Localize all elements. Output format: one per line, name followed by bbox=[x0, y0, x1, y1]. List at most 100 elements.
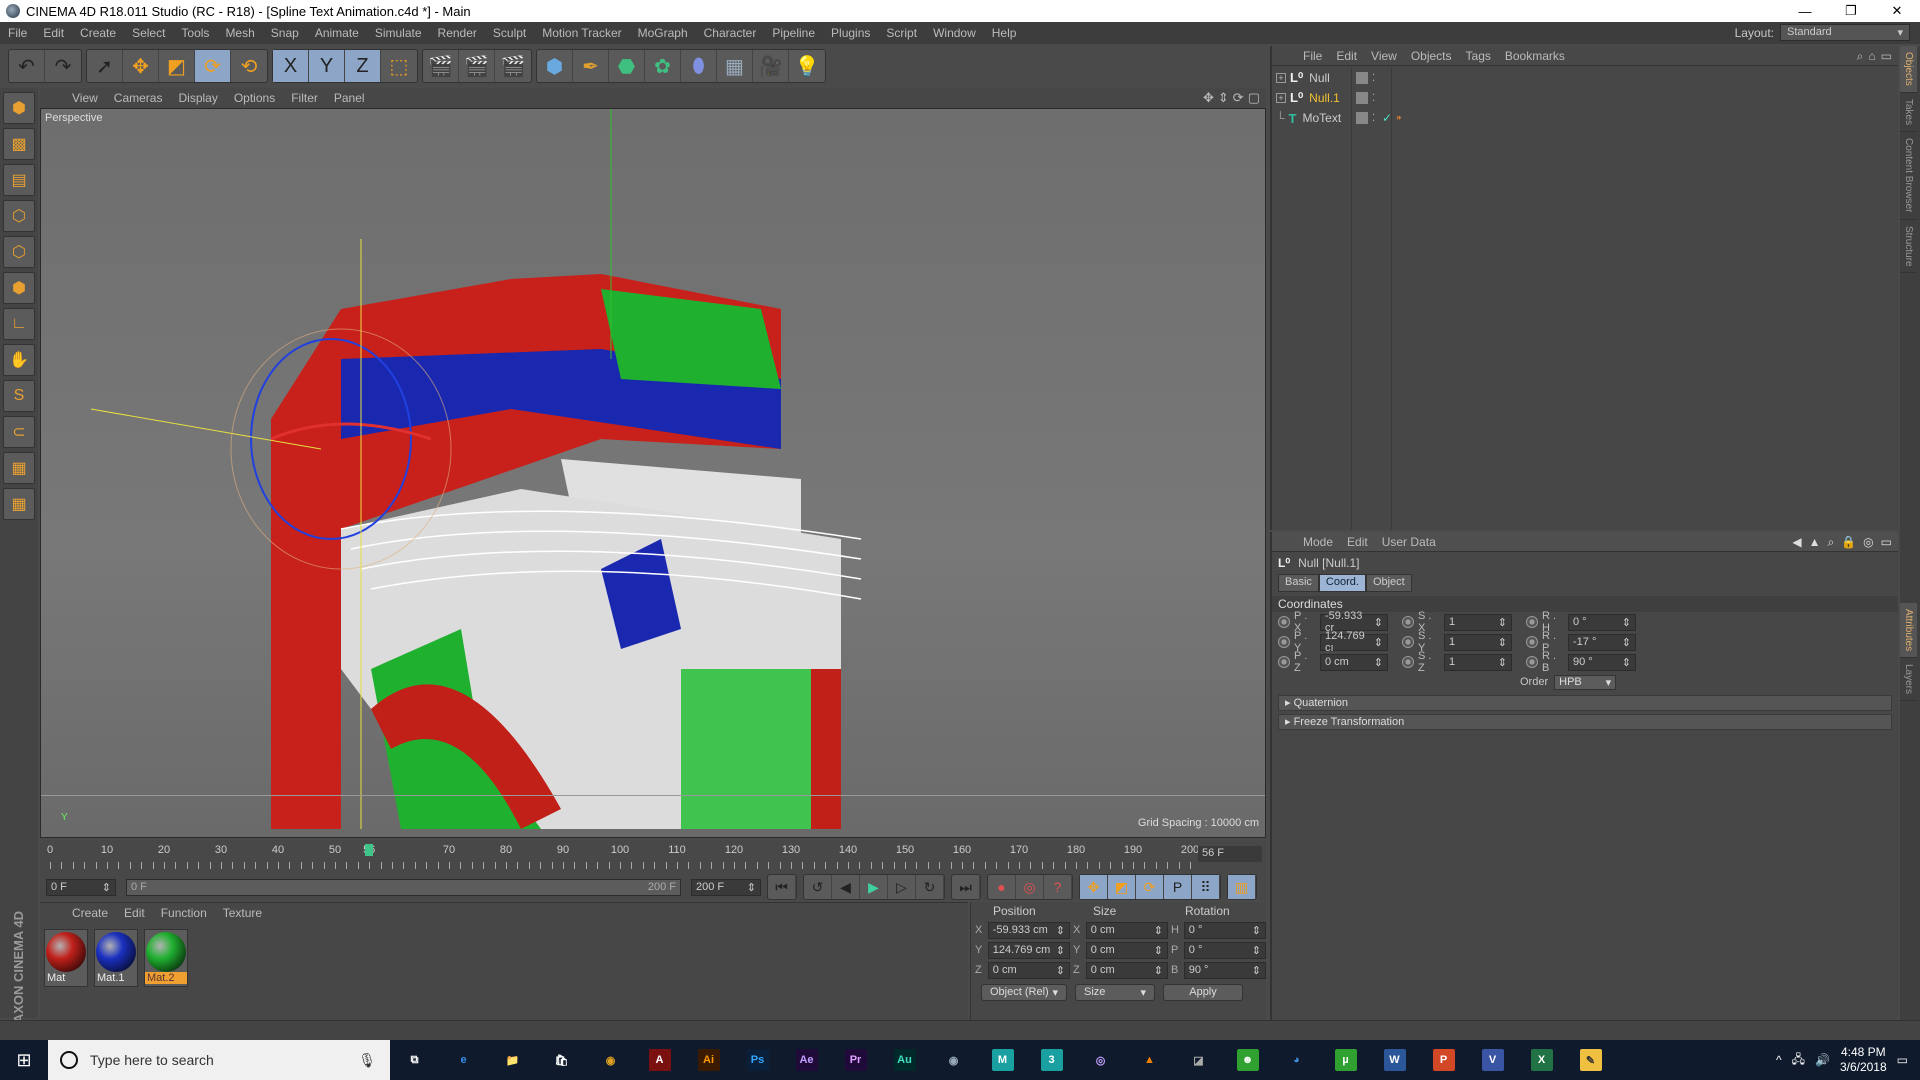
coordinate-system-button[interactable]: ⬚ bbox=[381, 50, 417, 82]
maya-taskbar-button[interactable]: M bbox=[978, 1040, 1027, 1080]
light-button[interactable]: 💡 bbox=[789, 50, 825, 82]
current-frame-field[interactable]: 56 F bbox=[1198, 846, 1262, 862]
expand-icon[interactable]: + bbox=[1276, 73, 1286, 83]
enabled-check-icon[interactable]: ✓ bbox=[1382, 111, 1392, 125]
side-tab-takes[interactable]: Takes bbox=[1900, 93, 1917, 133]
layout-dropdown[interactable]: Standard ▾ bbox=[1780, 24, 1910, 41]
animate-radio-button[interactable] bbox=[1278, 636, 1290, 648]
tweak-button[interactable]: ✋ bbox=[3, 344, 35, 376]
go-to-previous-key-button[interactable]: ↺ bbox=[804, 875, 832, 899]
position-z-field[interactable]: 0 cm ⇕ bbox=[987, 961, 1070, 979]
cloner-button[interactable]: ✿ bbox=[645, 50, 681, 82]
scale-button[interactable]: ◩ bbox=[159, 50, 195, 82]
material-swatch[interactable]: Mat.1 bbox=[94, 929, 138, 987]
object-menu-objects[interactable]: Objects bbox=[1404, 49, 1459, 63]
menu-character[interactable]: Character bbox=[696, 26, 765, 40]
size-z-field[interactable]: 0 cm ⇕ bbox=[1085, 961, 1168, 979]
preview-range-slider[interactable]: 0 F 200 F bbox=[126, 878, 681, 896]
pen-button[interactable]: ✒ bbox=[573, 50, 609, 82]
task-view-taskbar-button[interactable]: ⧉ bbox=[390, 1040, 439, 1080]
menu-help[interactable]: Help bbox=[984, 26, 1025, 40]
size-x-field[interactable]: 0 cm ⇕ bbox=[1085, 921, 1168, 939]
magnet-button[interactable]: ⊂ bbox=[3, 416, 35, 448]
move-button[interactable]: ✥ bbox=[123, 50, 159, 82]
target-icon[interactable]: ◎ bbox=[1863, 535, 1873, 550]
record-parameter-button[interactable]: P bbox=[1164, 875, 1192, 899]
scale-field[interactable]: 1 ⇕ bbox=[1444, 613, 1512, 631]
fold-freeze-transformation[interactable]: ▸ Freeze Transformation bbox=[1278, 714, 1892, 730]
polygons-mode-button[interactable]: ⬢ bbox=[3, 272, 35, 304]
rotation-field[interactable]: -17 ° ⇕ bbox=[1568, 633, 1636, 651]
word-taskbar-button[interactable]: W bbox=[1370, 1040, 1419, 1080]
lock-workplane-button[interactable]: ▦ bbox=[3, 452, 35, 484]
object-menu-file[interactable]: File bbox=[1296, 49, 1329, 63]
layer-toggle[interactable] bbox=[1356, 72, 1368, 84]
attribute-menu-edit[interactable]: Edit bbox=[1340, 535, 1375, 549]
render-view-button[interactable]: 🎬 bbox=[423, 50, 459, 82]
size-mode-dropdown[interactable]: Size ▾ bbox=[1075, 984, 1155, 1001]
object-row[interactable]: + L⁰ Null.1 ⁚ bbox=[1272, 88, 1898, 108]
menu-pipeline[interactable]: Pipeline bbox=[764, 26, 823, 40]
chrome-taskbar-button[interactable]: ◉ bbox=[586, 1040, 635, 1080]
planar-workplane-button[interactable]: ▦ bbox=[3, 488, 35, 520]
viewport-menu-view[interactable]: View bbox=[64, 91, 106, 105]
record-active-objects-button[interactable]: ● bbox=[988, 875, 1016, 899]
edge-taskbar-button[interactable]: e bbox=[439, 1040, 488, 1080]
edges-mode-button[interactable]: ⬡ bbox=[3, 236, 35, 268]
lock-icon[interactable]: 🔒 bbox=[1841, 535, 1856, 550]
position-field[interactable]: 124.769 cı ⇕ bbox=[1320, 630, 1388, 654]
utorrent-taskbar-button[interactable]: µ bbox=[1321, 1040, 1370, 1080]
rotation-b-field[interactable]: 90 ° ⇕ bbox=[1183, 961, 1266, 979]
after-effects-taskbar-button[interactable]: Ae bbox=[782, 1040, 831, 1080]
keyframe-selection-button[interactable]: ? bbox=[1044, 875, 1072, 899]
timeline-window-button[interactable]: ▥ bbox=[1228, 875, 1256, 899]
animate-radio-button[interactable] bbox=[1526, 616, 1538, 628]
render-settings-button[interactable]: 🎬 bbox=[495, 50, 531, 82]
y-axis-button[interactable]: Y bbox=[309, 50, 345, 82]
scale-field[interactable]: 1 ⇕ bbox=[1444, 633, 1512, 651]
layer-toggle[interactable] bbox=[1356, 92, 1368, 104]
menu-snap[interactable]: Snap bbox=[263, 26, 307, 40]
record-rotation-button[interactable]: ⟳ bbox=[1136, 875, 1164, 899]
close-button[interactable]: ✕ bbox=[1874, 0, 1920, 22]
visio-taskbar-button[interactable]: V bbox=[1468, 1040, 1517, 1080]
sticky-app-taskbar-button[interactable]: ✎ bbox=[1566, 1040, 1615, 1080]
object-menu-edit[interactable]: Edit bbox=[1329, 49, 1364, 63]
animate-radio-button[interactable] bbox=[1402, 656, 1414, 668]
menu-mesh[interactable]: Mesh bbox=[217, 26, 262, 40]
redo-button[interactable]: ↷ bbox=[45, 50, 81, 82]
app-taskbar-button[interactable]: ◪ bbox=[1174, 1040, 1223, 1080]
cube-button[interactable]: ⬢ bbox=[537, 50, 573, 82]
scale-field[interactable]: 1 ⇕ bbox=[1444, 653, 1512, 671]
object-menu-view[interactable]: View bbox=[1364, 49, 1404, 63]
record-point-level-button[interactable]: ⠿ bbox=[1192, 875, 1220, 899]
animate-radio-button[interactable] bbox=[1278, 656, 1290, 668]
deformer-button[interactable]: ⬮ bbox=[681, 50, 717, 82]
rotation-field[interactable]: 90 ° ⇕ bbox=[1568, 653, 1636, 671]
restore-button[interactable]: ❐ bbox=[1828, 0, 1874, 22]
menu-render[interactable]: Render bbox=[430, 26, 485, 40]
material-menu-edit[interactable]: Edit bbox=[116, 906, 153, 920]
position-field[interactable]: 0 cm ⇕ bbox=[1320, 653, 1388, 671]
record-scale-button[interactable]: ◩ bbox=[1108, 875, 1136, 899]
rotation-h-field[interactable]: 0 ° ⇕ bbox=[1183, 921, 1266, 939]
tab-basic[interactable]: Basic bbox=[1278, 574, 1319, 592]
menu-file[interactable]: File bbox=[0, 26, 35, 40]
perspective-viewport[interactable]: Perspective Y Grid Spacing : 10000 cm bbox=[40, 108, 1266, 838]
record-position-button[interactable]: ✥ bbox=[1080, 875, 1108, 899]
floor-button[interactable]: ▦ bbox=[717, 50, 753, 82]
material-menu-create[interactable]: Create bbox=[64, 906, 116, 920]
back-arrow-icon[interactable]: ◀ bbox=[1792, 535, 1801, 550]
live-selection-button[interactable]: ➚ bbox=[87, 50, 123, 82]
material-swatch[interactable]: Mat bbox=[44, 929, 88, 987]
rotation-p-field[interactable]: 0 ° ⇕ bbox=[1183, 941, 1266, 959]
new-view-icon[interactable]: ▭ bbox=[1881, 49, 1892, 64]
volume-icon[interactable]: 🔊 bbox=[1815, 1053, 1830, 1067]
audition-taskbar-button[interactable]: Au bbox=[880, 1040, 929, 1080]
z-axis-button[interactable]: Z bbox=[345, 50, 381, 82]
store-taskbar-button[interactable]: 🛍 bbox=[537, 1040, 586, 1080]
side-tab-objects[interactable]: Objects bbox=[1900, 46, 1917, 93]
order-dropdown[interactable]: HPB ▾ bbox=[1554, 674, 1617, 690]
subdivision-button[interactable]: ⬣ bbox=[609, 50, 645, 82]
workplane-button[interactable]: ▤ bbox=[3, 164, 35, 196]
